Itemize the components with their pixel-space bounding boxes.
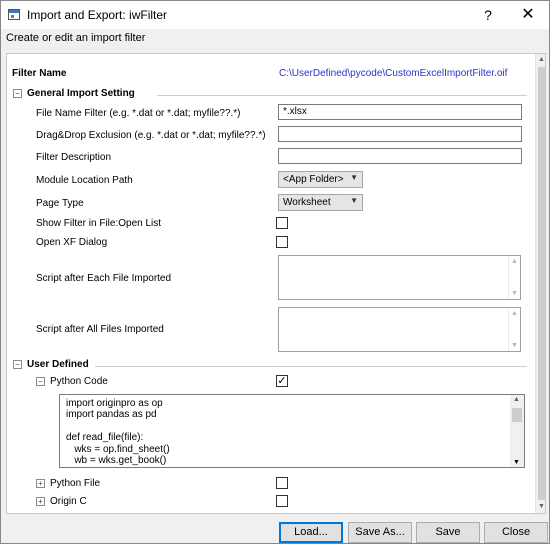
open-xf-dialog-label: Open XF Dialog [36, 237, 108, 248]
file-name-filter-input[interactable]: *.xlsx [278, 104, 522, 120]
page-type-select[interactable]: Worksheet ▼ [278, 194, 363, 211]
load-button[interactable]: Load... [279, 522, 343, 543]
filter-description-input[interactable] [278, 148, 522, 164]
code-scrollbar[interactable]: ▲ ▼ [510, 395, 524, 467]
general-collapse-icon[interactable]: − [13, 89, 22, 98]
save-as-button[interactable]: Save As... [348, 522, 412, 543]
scroll-thumb[interactable] [512, 408, 522, 422]
drag-drop-exclusion-label: Drag&Drop Exclusion (e.g. *.dat or *.dat… [36, 130, 266, 141]
python-file-label: Python File [50, 478, 101, 489]
open-xf-dialog-checkbox[interactable] [276, 236, 288, 248]
close-button[interactable]: Close [484, 522, 548, 543]
window-icon [8, 9, 20, 20]
scroll-down-icon: ▼ [511, 290, 518, 297]
panel-scrollbar[interactable]: ▲ ▼ [535, 54, 545, 513]
code-lines: import originpro as op import pandas as p… [66, 398, 170, 466]
title-bar: Import and Export: iwFilter ? ✕ [1, 1, 549, 29]
script-each-file-label: Script after Each File Imported [36, 273, 172, 284]
origin-c-label: Origin C [50, 496, 87, 507]
filter-name-label: Filter Name [12, 68, 67, 79]
scroll-down-icon: ▼ [513, 459, 520, 466]
chevron-down-icon: ▼ [350, 196, 358, 205]
script-each-file-input[interactable]: ▲ ▼ [278, 255, 521, 300]
python-file-expand-icon[interactable]: + [36, 479, 45, 488]
memo-scrollbar[interactable]: ▲ ▼ [508, 256, 520, 299]
module-location-label: Module Location Path [36, 175, 133, 186]
python-code-editor[interactable]: import originpro as op import pandas as p… [59, 394, 525, 468]
drag-drop-exclusion-input[interactable] [278, 126, 522, 142]
origin-c-expand-icon[interactable]: + [36, 497, 45, 506]
scroll-up-icon[interactable]: ▲ [536, 54, 545, 66]
python-code-collapse-icon[interactable]: − [36, 377, 45, 386]
code-line: def read_file(file): [66, 432, 144, 444]
show-filter-checkbox[interactable] [276, 217, 288, 229]
section-divider [95, 366, 527, 367]
scroll-up-icon: ▲ [511, 258, 518, 265]
python-code-checkbox[interactable]: ✓ [276, 375, 288, 387]
save-button[interactable]: Save [416, 522, 480, 543]
help-button[interactable]: ? [477, 4, 499, 26]
chevron-down-icon: ▼ [350, 173, 358, 182]
dialog-subtitle: Create or edit an import filter [6, 32, 146, 44]
code-line: import pandas as pd [66, 409, 157, 421]
memo-scrollbar[interactable]: ▲ ▼ [508, 308, 520, 351]
code-line: import originpro as op [66, 398, 163, 409]
module-location-select[interactable]: <App Folder> ▼ [278, 171, 363, 188]
show-filter-label: Show Filter in File:Open List [36, 218, 162, 229]
origin-c-checkbox[interactable] [276, 495, 288, 507]
user-defined-collapse-icon[interactable]: − [13, 360, 22, 369]
code-line: wks = op.find_sheet() [66, 443, 170, 455]
user-defined-section-header: User Defined [27, 359, 89, 370]
scroll-down-icon[interactable]: ▼ [536, 501, 545, 513]
python-code-label: Python Code [50, 376, 108, 387]
script-all-files-label: Script after All Files Imported [36, 324, 164, 335]
scroll-up-icon: ▲ [511, 310, 518, 317]
section-divider [157, 95, 527, 96]
script-all-files-input[interactable]: ▲ ▼ [278, 307, 521, 352]
python-file-checkbox[interactable] [276, 477, 288, 489]
scroll-down-icon: ▼ [511, 342, 518, 349]
filter-description-label: Filter Description [36, 152, 112, 163]
window-title: Import and Export: iwFilter [27, 8, 168, 22]
code-line: wb = wks.get_book() [66, 454, 167, 466]
filter-name-value: C:\UserDefined\pycode\CustomExcelImportF… [279, 68, 508, 79]
scroll-up-icon: ▲ [513, 396, 520, 403]
import-export-dialog: Import and Export: iwFilter ? ✕ Create o… [0, 0, 550, 544]
page-type-value: Worksheet [283, 197, 331, 208]
module-location-value: <App Folder> [283, 174, 344, 185]
scroll-thumb[interactable] [538, 67, 545, 500]
file-name-filter-label: File Name Filter (e.g. *.dat or *.dat; m… [36, 108, 241, 119]
page-type-label: Page Type [36, 198, 84, 209]
close-window-button[interactable]: ✕ [515, 4, 541, 26]
general-section-header: General Import Setting [27, 88, 135, 99]
settings-panel: Filter Name C:\UserDefined\pycode\Custom… [6, 53, 546, 514]
